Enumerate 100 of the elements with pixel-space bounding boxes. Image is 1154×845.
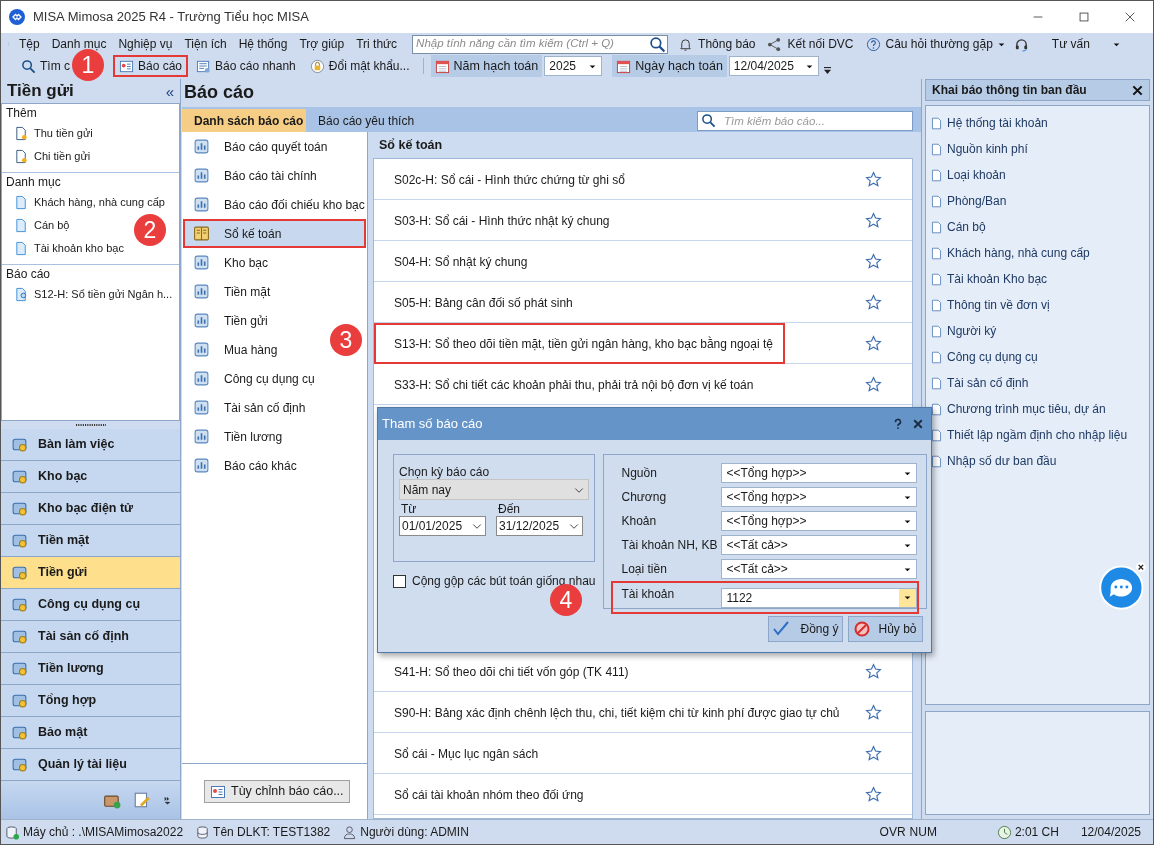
menu-item[interactable]: Trợ giúp [294, 35, 350, 53]
setup-link[interactable]: Thông tin về đơn vị [926, 292, 1149, 318]
favorite-button[interactable] [865, 703, 882, 721]
close-button[interactable] [1132, 84, 1143, 96]
tree-item[interactable]: S12-H: Sổ tiền gửi Ngân h... [14, 283, 173, 306]
report-row[interactable]: S13-H: Sổ theo dõi tiền mặt, tiền gửi ngân hàng, kho bạc bằng ngoại tệ [374, 323, 912, 364]
report-category[interactable]: Báo cáo đối chiếu kho bạc [183, 190, 371, 219]
setup-link[interactable]: Hệ thống tài khoản [926, 110, 1149, 136]
toolbar-button[interactable]: Báo cáo nhanh [190, 55, 302, 77]
toolbar-button[interactable]: Báo cáo [113, 55, 189, 77]
report-category[interactable]: Tài sản cố định [183, 393, 312, 422]
tree-item[interactable]: Thu tiền gửi [14, 122, 93, 145]
feature-search-field[interactable]: Nhập tính năng cần tìm kiếm (Ctrl + Q) [412, 34, 669, 54]
toolbar-icon-button[interactable] [133, 791, 151, 809]
menu-item[interactable]: Nghiệp vụ [113, 35, 178, 53]
setup-link[interactable]: Cán bộ [926, 214, 1149, 240]
tree-item[interactable]: Cán bộ [14, 214, 70, 237]
favorite-button[interactable] [865, 252, 882, 270]
menu-link[interactable]: Câu hỏi thường gặp [865, 35, 993, 53]
report-row[interactable]: S02c-H: Sổ cái - Hình thức chứng từ ghi sổ [374, 159, 912, 200]
parameter-dropdown[interactable]: 1122 [721, 587, 918, 608]
nav-button[interactable]: Tiền gửi [1, 557, 180, 589]
nav-button[interactable]: Tiền mặt [1, 525, 180, 557]
report-row[interactable]: S04-H: Sổ nhật ký chung [374, 241, 912, 282]
setup-link[interactable]: Nhập số dư ban đầu [926, 448, 1149, 474]
report-search-field[interactable]: Tìm kiếm báo cáo... [697, 111, 913, 131]
date-field[interactable]: 01/01/2025 [399, 516, 486, 536]
setup-link[interactable]: Nguồn kinh phí [926, 136, 1149, 162]
setup-link[interactable]: Tài sản cố định [926, 370, 1149, 396]
report-category[interactable]: Mua hàng [183, 335, 284, 364]
report-category[interactable]: Tiền lương [183, 422, 289, 451]
report-category[interactable]: Kho bạc [183, 248, 275, 277]
setup-link[interactable]: Công cụ dụng cụ [926, 344, 1149, 370]
report-category[interactable]: Báo cáo tài chính [183, 161, 323, 190]
menu-link[interactable]: Thông báo [678, 35, 756, 53]
date-dropdown[interactable]: 2025 [544, 56, 603, 76]
setup-link[interactable]: Loại khoản [926, 162, 1149, 188]
date-field[interactable]: 31/12/2025 [496, 516, 583, 536]
menu-item[interactable]: Tiện ích [179, 35, 232, 53]
help-button[interactable] [893, 418, 903, 430]
date-dropdown[interactable]: 12/04/2025 [728, 56, 819, 76]
favorite-button[interactable] [865, 211, 882, 229]
tree-item[interactable]: Chi tiền gửi [14, 145, 91, 168]
report-category[interactable]: Công cụ dụng cụ [183, 364, 321, 393]
menu-item[interactable]: Hệ thống [233, 35, 293, 53]
menu-link[interactable]: Tư vấn [1013, 35, 1108, 53]
nav-button[interactable]: Kho bạc [1, 461, 180, 493]
parameter-dropdown[interactable]: <<Tổng hợp>> [721, 487, 918, 507]
parameter-dropdown[interactable]: <<Tổng hợp>> [721, 511, 918, 531]
setup-link[interactable]: Phòng/Ban [926, 188, 1149, 214]
nav-button[interactable]: Tiền lương [1, 653, 180, 685]
favorite-button[interactable] [865, 375, 882, 393]
nav-button[interactable]: Bảo mật [1, 717, 180, 749]
tab[interactable]: Danh sách báo cáo [182, 109, 306, 132]
parameter-dropdown[interactable]: <<Tất cả>> [721, 535, 918, 555]
menu-link[interactable]: Kết nối DVC [767, 35, 854, 53]
report-category[interactable]: Tiền mặt [183, 277, 277, 306]
favorite-button[interactable] [865, 293, 882, 311]
nav-button[interactable]: Bàn làm việc [1, 429, 180, 461]
report-row[interactable]: S90-H: Bảng xác định chênh lệch thu, chi, tiết kiệm chi từ kinh phí được giao tự chủ [374, 692, 912, 733]
setup-link[interactable]: Chương trình mục tiêu, dự án [926, 396, 1149, 422]
parameter-dropdown[interactable]: <<Tất cả>> [721, 559, 918, 579]
favorite-button[interactable] [865, 334, 882, 352]
report-row[interactable]: Sổ cái - Mục lục ngân sách [374, 733, 912, 774]
report-row[interactable]: Sổ cái tài khoản nhóm theo đối ứng [374, 774, 912, 815]
setup-link[interactable]: Tài khoản Kho bạc [926, 266, 1149, 292]
nav-button[interactable]: Tổng hợp [1, 685, 180, 717]
setup-link[interactable]: Thiết lập ngầm định cho nhập liệu [926, 422, 1149, 448]
report-row[interactable]: S33-H: Sổ chi tiết các khoản phải thu, phải trả nội bộ đơn vị kế toán [374, 364, 912, 405]
menu-item[interactable]: Tệp [14, 35, 45, 53]
bell-icon [678, 36, 694, 52]
cancel-button[interactable]: Hủy bỏ [848, 616, 923, 642]
customize-report-button[interactable]: Tùy chỉnh báo cáo... [204, 780, 350, 803]
report-category[interactable]: Báo cáo quyết toán [183, 132, 334, 161]
favorite-button[interactable] [865, 170, 882, 188]
report-category[interactable]: Tiền gửi [183, 306, 274, 335]
report-row[interactable]: S03-H: Sổ cái - Hình thức nhật ký chung [374, 200, 912, 241]
period-dropdown[interactable]: Năm nay [399, 479, 590, 500]
setup-link[interactable]: Khách hàng, nhà cung cấp [926, 240, 1149, 266]
tree-item[interactable]: Khách hàng, nhà cung cấp [14, 191, 165, 214]
parameter-dropdown[interactable]: <<Tổng hợp>> [721, 463, 918, 483]
nav-button[interactable]: Công cụ dụng cụ [1, 589, 180, 621]
nav-button[interactable]: Quản lý tài liệu [1, 749, 180, 781]
collapse-button[interactable]: « [165, 83, 174, 99]
tree-item[interactable]: Tài khoản kho bạc [14, 237, 124, 260]
nav-button[interactable]: Kho bạc điện tử [1, 493, 180, 525]
report-row[interactable]: S05-H: Bảng cân đối số phát sinh [374, 282, 912, 323]
toolbar-button[interactable]: Đổi mật khẩu... [303, 55, 416, 77]
favorite-button[interactable] [865, 744, 882, 762]
ok-button[interactable]: Đồng ý [768, 616, 843, 642]
nav-button[interactable]: Tài sản cố định [1, 621, 180, 653]
setup-link[interactable]: Người ký [926, 318, 1149, 344]
report-category[interactable]: Sổ kế toán [183, 219, 366, 248]
favorite-button[interactable] [865, 785, 882, 803]
favorite-button[interactable] [865, 662, 882, 680]
report-category[interactable]: Báo cáo khác [183, 451, 303, 480]
network-icon [767, 36, 783, 52]
window-title: MISA Mimosa 2025 R4 - Trường Tiểu học MISA [33, 8, 309, 27]
chat-button[interactable] [1097, 560, 1149, 612]
menu-item[interactable]: Tri thức [351, 35, 403, 53]
